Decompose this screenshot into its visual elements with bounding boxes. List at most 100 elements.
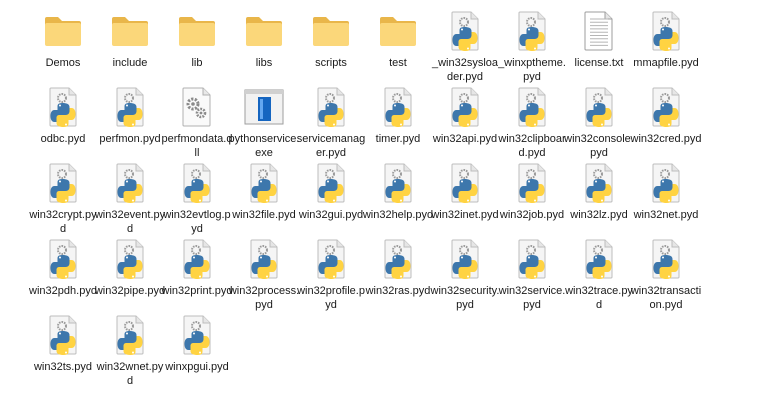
- file-name: win32wnet.pyd: [96, 361, 164, 387]
- python-file-icon: [574, 238, 624, 280]
- file-name: win32print.pyd: [161, 285, 233, 297]
- folder-icon: [38, 10, 88, 52]
- file-item[interactable]: win32trace.pyd: [565, 238, 633, 312]
- file-name: include: [112, 57, 148, 69]
- python-file-icon: [440, 86, 490, 128]
- file-name: win32pdh.pyd: [29, 285, 97, 297]
- file-grid: Demos include lib libs scripts test _win…: [0, 0, 757, 405]
- file-item[interactable]: winxpgui.pyd: [163, 314, 231, 374]
- file-name: Demos: [45, 57, 81, 69]
- file-name: win32inet.pyd: [431, 209, 499, 221]
- python-file-icon: [507, 10, 557, 52]
- python-file-icon: [574, 86, 624, 128]
- file-name: win32lz.pyd: [570, 209, 628, 221]
- python-file-icon: [306, 162, 356, 204]
- file-item[interactable]: win32api.pyd: [431, 86, 499, 146]
- python-file-icon: [641, 162, 691, 204]
- file-name: win32event.pyd: [94, 209, 166, 235]
- python-file-icon: [507, 86, 557, 128]
- python-file-icon: [239, 238, 289, 280]
- file-item[interactable]: perfmon.pyd: [96, 86, 164, 146]
- file-name: win32security.pyd: [430, 285, 500, 311]
- file-item[interactable]: win32event.pyd: [94, 162, 166, 236]
- file-item[interactable]: _winxptheme.pyd: [498, 10, 566, 84]
- file-name: _win32sysloader.pyd: [431, 57, 499, 83]
- text-file-icon: [574, 10, 624, 52]
- folder-icon: [105, 10, 155, 52]
- file-item[interactable]: win32transaction.pyd: [630, 238, 702, 312]
- folder-icon: [239, 10, 289, 52]
- file-item[interactable]: perfmondata.dll: [161, 86, 233, 160]
- file-name: _winxptheme.pyd: [498, 57, 566, 83]
- python-file-icon: [172, 314, 222, 356]
- file-item[interactable]: test: [364, 10, 432, 70]
- python-file-icon: [105, 86, 155, 128]
- file-item[interactable]: Demos: [29, 10, 97, 70]
- file-item[interactable]: include: [96, 10, 164, 70]
- python-file-icon: [105, 314, 155, 356]
- file-name: pythonservice.exe: [228, 133, 300, 159]
- file-name: win32pipe.pyd: [94, 285, 166, 297]
- file-item[interactable]: win32ts.pyd: [29, 314, 97, 374]
- file-name: win32profile.pyd: [297, 285, 365, 311]
- file-item[interactable]: win32profile.pyd: [297, 238, 365, 312]
- file-name: win32gui.pyd: [298, 209, 364, 221]
- file-item[interactable]: timer.pyd: [364, 86, 432, 146]
- file-item[interactable]: win32inet.pyd: [431, 162, 499, 222]
- file-name: win32transaction.pyd: [630, 285, 702, 311]
- file-item[interactable]: win32clipboard.pyd: [498, 86, 566, 160]
- file-name: win32file.pyd: [232, 209, 296, 221]
- file-name: lib: [191, 57, 203, 69]
- file-item[interactable]: win32evtlog.pyd: [163, 162, 231, 236]
- python-file-icon: [373, 162, 423, 204]
- file-name: perfmondata.dll: [161, 133, 233, 159]
- file-item[interactable]: win32print.pyd: [161, 238, 233, 298]
- file-name: servicemanager.pyd: [296, 133, 366, 159]
- file-item[interactable]: odbc.pyd: [29, 86, 97, 146]
- file-name: win32process.pyd: [228, 285, 300, 311]
- file-name: win32net.pyd: [633, 209, 699, 221]
- file-item[interactable]: win32gui.pyd: [297, 162, 365, 222]
- file-item[interactable]: win32service.pyd: [498, 238, 566, 312]
- file-item[interactable]: win32ras.pyd: [364, 238, 432, 298]
- python-file-icon: [38, 86, 88, 128]
- file-item[interactable]: mmapfile.pyd: [632, 10, 700, 70]
- file-item[interactable]: lib: [163, 10, 231, 70]
- file-item[interactable]: win32process.pyd: [228, 238, 300, 312]
- file-item[interactable]: win32net.pyd: [632, 162, 700, 222]
- file-name: timer.pyd: [375, 133, 421, 145]
- file-name: scripts: [315, 57, 347, 69]
- file-item[interactable]: win32pdh.pyd: [29, 238, 97, 298]
- python-file-icon: [507, 162, 557, 204]
- file-item[interactable]: win32pipe.pyd: [94, 238, 166, 298]
- file-item[interactable]: libs: [230, 10, 298, 70]
- dll-file-icon: [172, 86, 222, 128]
- file-name: perfmon.pyd: [99, 133, 161, 145]
- python-file-icon: [440, 238, 490, 280]
- python-file-icon: [38, 314, 88, 356]
- file-item[interactable]: win32crypt.pyd: [29, 162, 97, 236]
- file-item[interactable]: win32cred.pyd: [630, 86, 702, 146]
- file-item[interactable]: servicemanager.pyd: [297, 86, 365, 160]
- file-name: win32trace.pyd: [565, 285, 633, 311]
- file-item[interactable]: win32console.pyd: [564, 86, 634, 160]
- file-item[interactable]: license.txt: [565, 10, 633, 70]
- file-item[interactable]: pythonservice.exe: [228, 86, 300, 160]
- python-file-icon: [440, 162, 490, 204]
- file-item[interactable]: win32job.pyd: [498, 162, 566, 222]
- file-item[interactable]: win32security.pyd: [431, 238, 499, 312]
- python-file-icon: [38, 238, 88, 280]
- file-item[interactable]: win32file.pyd: [230, 162, 298, 222]
- file-name: win32clipboard.pyd: [498, 133, 566, 159]
- file-item[interactable]: win32help.pyd: [363, 162, 433, 222]
- file-name: win32job.pyd: [499, 209, 565, 221]
- file-name: win32cred.pyd: [630, 133, 702, 145]
- python-file-icon: [306, 86, 356, 128]
- file-item[interactable]: win32lz.pyd: [565, 162, 633, 222]
- python-file-icon: [373, 86, 423, 128]
- file-name: odbc.pyd: [40, 133, 86, 145]
- file-item[interactable]: win32wnet.pyd: [96, 314, 164, 388]
- folder-icon: [373, 10, 423, 52]
- file-item[interactable]: _win32sysloader.pyd: [431, 10, 499, 84]
- file-item[interactable]: scripts: [297, 10, 365, 70]
